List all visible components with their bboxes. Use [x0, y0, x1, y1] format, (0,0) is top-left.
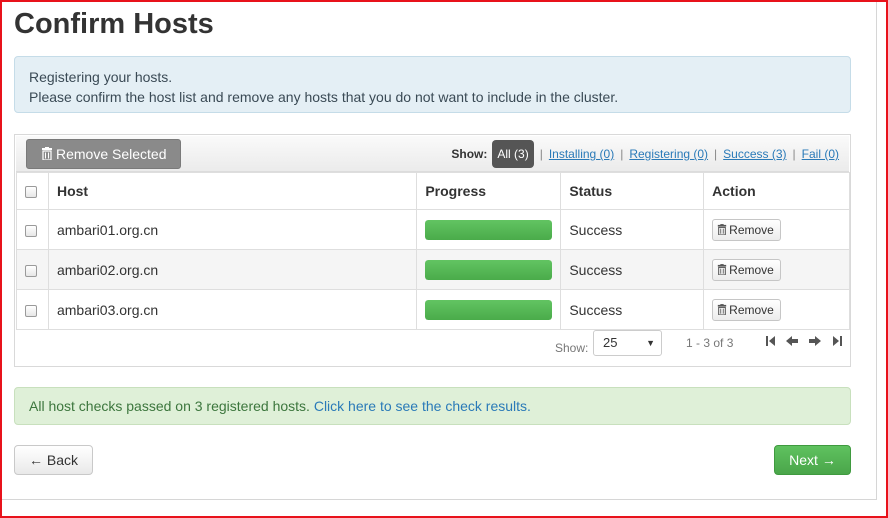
- page-title: Confirm Hosts: [14, 8, 214, 40]
- select-all-checkbox[interactable]: [25, 186, 37, 199]
- hosts-table: Host Progress Status Action ambari01.org…: [16, 172, 850, 330]
- remove-selected-label: Remove Selected: [56, 146, 167, 162]
- table-row: ambari03.org.cn Success Remove: [16, 289, 850, 330]
- filter-separator: |: [714, 147, 718, 161]
- trash-icon: [42, 147, 52, 160]
- info-line-1: Registering your hosts.: [29, 69, 173, 85]
- page-size-select[interactable]: 25 ▼: [593, 330, 662, 356]
- table-pagination: Show: 25 ▼ 1 - 3 of 3: [16, 330, 849, 366]
- column-header-status[interactable]: Status: [560, 172, 705, 210]
- table-header-row: Host Progress Status Action: [16, 172, 850, 210]
- progress-bar: [425, 259, 553, 280]
- progress-fill: [425, 299, 553, 320]
- next-page-icon[interactable]: [808, 334, 822, 348]
- trash-icon: [717, 303, 727, 315]
- previous-page-icon[interactable]: [785, 334, 799, 348]
- caret-down-icon: ▼: [646, 338, 655, 348]
- host-checks-message: All host checks passed on 3 registered h…: [29, 398, 314, 414]
- trash-icon: [717, 223, 727, 235]
- info-line-2: Please confirm the host list and remove …: [29, 89, 619, 105]
- status-text: Success: [560, 289, 705, 330]
- first-page-icon[interactable]: [764, 334, 778, 348]
- row-checkbox[interactable]: [25, 264, 37, 277]
- check-results-link[interactable]: Click here to see the check results.: [314, 398, 531, 414]
- status-filter-bar: Show: All (3) | Installing (0) | Registe…: [451, 139, 839, 169]
- hosts-panel: Remove Selected Show: All (3) | Installi…: [14, 134, 851, 367]
- hosts-toolbar: Remove Selected Show: All (3) | Installi…: [16, 136, 849, 172]
- remove-host-label: Remove: [729, 222, 774, 237]
- progress-fill: [425, 259, 553, 280]
- table-row: ambari01.org.cn Success Remove: [16, 209, 850, 250]
- status-text: Success: [560, 209, 705, 250]
- filter-success[interactable]: Success (3): [723, 147, 786, 161]
- filter-all[interactable]: All (3): [492, 140, 534, 168]
- progress-bar: [425, 219, 553, 240]
- filter-installing[interactable]: Installing (0): [549, 147, 614, 161]
- remove-host-button[interactable]: Remove: [712, 298, 781, 321]
- content-bottom-edge: [2, 499, 877, 500]
- filter-separator: |: [539, 147, 543, 161]
- table-row: ambari02.org.cn Success Remove: [16, 249, 850, 290]
- select-all-cell: [16, 172, 49, 210]
- progress-fill: [425, 219, 553, 240]
- content-right-edge: [876, 2, 877, 500]
- status-text: Success: [560, 249, 705, 290]
- filter-fail[interactable]: Fail (0): [802, 147, 839, 161]
- filter-registering[interactable]: Registering (0): [629, 147, 708, 161]
- host-name: ambari01.org.cn: [47, 209, 418, 250]
- filter-show-label: Show:: [451, 147, 488, 161]
- remove-host-button[interactable]: Remove: [712, 258, 781, 281]
- remove-host-label: Remove: [729, 262, 774, 277]
- host-name: ambari02.org.cn: [47, 249, 418, 290]
- remove-host-button[interactable]: Remove: [712, 218, 781, 241]
- remove-host-label: Remove: [729, 302, 774, 317]
- filter-separator: |: [792, 147, 796, 161]
- next-button[interactable]: Next →: [774, 445, 851, 475]
- registering-info-alert: Registering your hosts. Please confirm t…: [14, 56, 851, 113]
- last-page-icon[interactable]: [830, 334, 844, 348]
- column-header-action: Action: [703, 172, 850, 210]
- host-name: ambari03.org.cn: [47, 289, 418, 330]
- row-checkbox[interactable]: [25, 224, 37, 237]
- progress-bar: [425, 299, 553, 320]
- row-checkbox[interactable]: [25, 304, 37, 317]
- host-checks-alert: All host checks passed on 3 registered h…: [14, 387, 851, 425]
- filter-separator: |: [620, 147, 624, 161]
- trash-icon: [717, 263, 727, 275]
- column-header-progress[interactable]: Progress: [416, 172, 562, 210]
- back-button[interactable]: ← Back: [14, 445, 93, 475]
- page-size-label: Show:: [555, 341, 589, 355]
- column-header-host[interactable]: Host: [47, 172, 418, 210]
- page-size-value: 25: [603, 335, 618, 350]
- page-range-text: 1 - 3 of 3: [686, 336, 734, 350]
- remove-selected-button[interactable]: Remove Selected: [26, 139, 181, 169]
